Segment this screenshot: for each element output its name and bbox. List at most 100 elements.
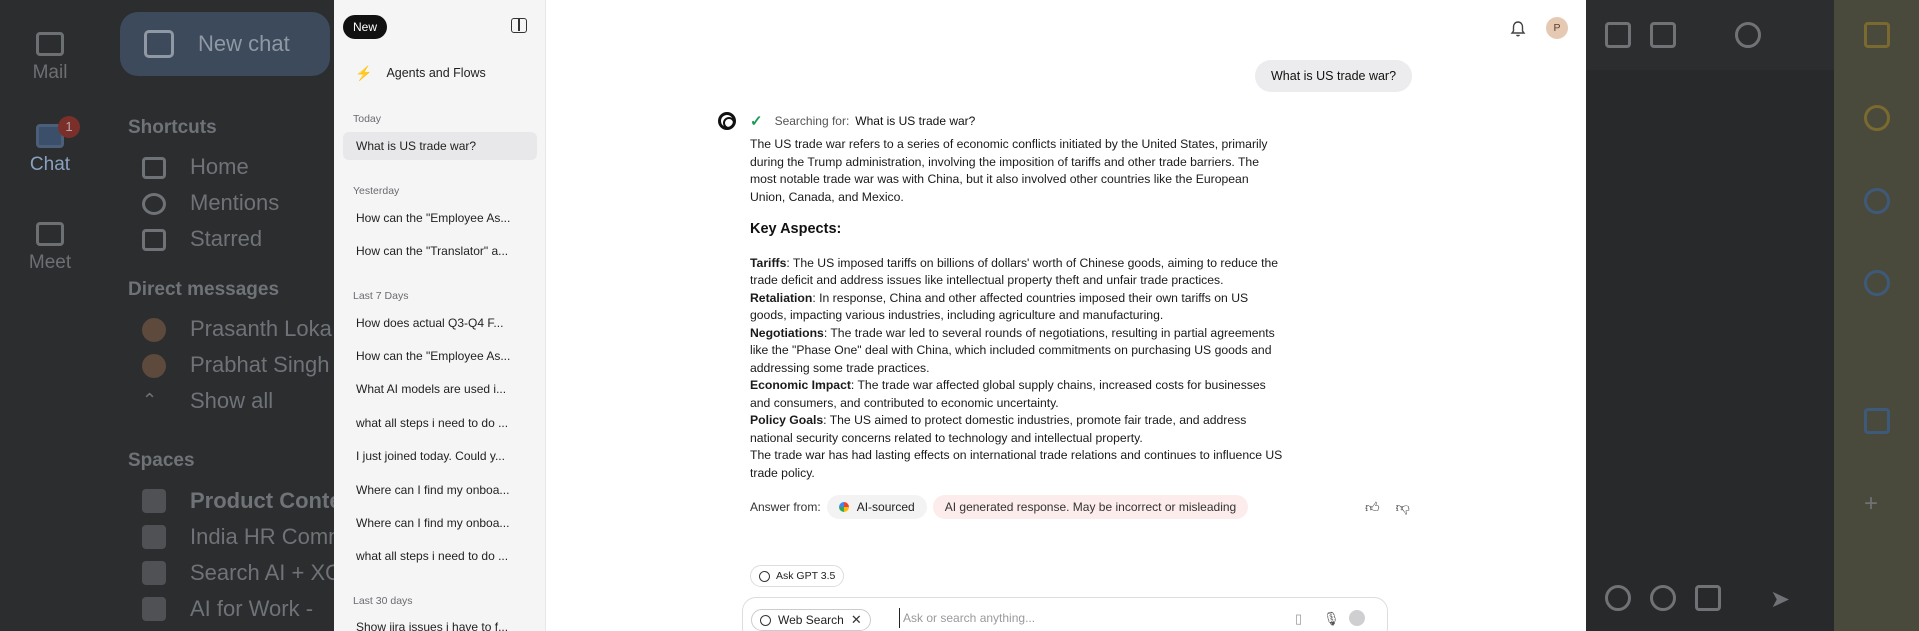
aspect-term: Negotiations [750, 325, 824, 340]
thumbs-up-icon[interactable]: 👍︎ [1365, 499, 1380, 516]
aspect-text: : The trade war led to several rounds of… [750, 325, 1275, 375]
aspect-term: Tariffs [750, 255, 787, 270]
ai-sourced-label: AI-sourced [856, 500, 915, 514]
camera-icon [1695, 585, 1721, 611]
background-nav: New chat Shortcuts Home Mentions Starred… [120, 0, 346, 631]
shortcut-starred: Starred [190, 226, 263, 251]
globe-icon [760, 614, 771, 626]
rail-mail: Mail [0, 32, 100, 84]
space-icon [142, 489, 166, 513]
history-item[interactable]: How can the "Employee As... [343, 204, 537, 232]
agents-label: Agents and Flows [386, 66, 486, 80]
dm-item: Prasanth Loka [190, 316, 332, 341]
history-item[interactable]: what all steps i need to do ... [343, 409, 537, 437]
space-icon [142, 525, 166, 549]
star-icon [142, 229, 166, 251]
pip-icon [1605, 22, 1631, 48]
space-item: India HR Comm [190, 524, 347, 549]
bolt-icon: ⚡ [355, 64, 373, 81]
aspect-item: Policy Goals: The US aimed to protect do… [750, 412, 1286, 447]
home-icon [142, 157, 166, 179]
search-prefix: Searching for: [774, 114, 850, 128]
rail-meet-label: Meet [28, 252, 72, 273]
web-search-label: Web Search [778, 613, 844, 627]
record-icon [1650, 585, 1676, 611]
aspect-text: : In response, China and other affected … [750, 290, 1249, 323]
compose-icon [144, 30, 174, 58]
answer-conclusion: The trade war has had lasting effects on… [750, 448, 1283, 480]
tasks-icon [1864, 188, 1890, 214]
ai-sourced-icon [838, 502, 849, 512]
history-item[interactable]: What AI models are used i... [343, 375, 537, 403]
user-avatar[interactable]: P [1546, 17, 1568, 39]
answer-from-label: Answer from: [750, 500, 821, 514]
rail-mail-label: Mail [32, 62, 68, 83]
history-item[interactable]: what all steps i need to do ... [343, 542, 537, 570]
calendar-icon [1864, 22, 1890, 48]
dm-show-all: Show all [190, 388, 274, 413]
answer-intro: The US trade war refers to a series of e… [750, 137, 1268, 204]
shortcut-home: Home [190, 154, 249, 179]
aspect-text: : The US aimed to protect domestic indus… [750, 413, 1247, 445]
sidebar-toggle-icon[interactable] [511, 18, 527, 33]
search-query: What is US trade war? [855, 114, 976, 128]
attach-icon[interactable]: ▯ [1295, 611, 1302, 627]
dm-header: Direct messages [128, 279, 280, 300]
composer: Web Search ✕ ▯ 🎙︎ [742, 597, 1388, 631]
video-icon [36, 222, 64, 246]
space-item: Search AI + XO [190, 560, 343, 585]
web-search-chip[interactable]: Web Search ✕ [751, 609, 871, 631]
ai-sourced-pill[interactable]: AI-sourced [826, 495, 927, 519]
mention-icon [142, 193, 166, 215]
aspect-term: Economic Impact [750, 378, 851, 392]
history-item[interactable]: How can the "Translator" a... [343, 237, 537, 265]
feedback-buttons: 👍︎ 👎︎ [1365, 499, 1410, 516]
ask-input[interactable] [899, 608, 1289, 628]
expand-icon: ⌃ [142, 390, 158, 410]
contacts-icon [1864, 270, 1890, 296]
rail-chat-label: Chat [29, 154, 71, 175]
answer-source-row: Answer from: AI-sourced AI generated res… [750, 495, 1249, 519]
history-item[interactable]: I just joined today. Could y... [343, 442, 537, 470]
close-icon[interactable]: ✕ [851, 612, 862, 628]
history-sidebar: New ⚡ Agents and Flows Today What is US … [334, 0, 546, 631]
user-message: What is US trade war? [1255, 60, 1413, 92]
agents-and-flows-item[interactable]: ⚡ Agents and Flows [343, 60, 537, 86]
dm-item: Prabhat Singh [190, 352, 330, 377]
section-yesterday: Yesterday [353, 185, 400, 197]
model-selector[interactable]: Ask GPT 3.5 [750, 565, 845, 587]
history-item[interactable]: Where can I find my onboa... [343, 476, 537, 504]
history-item[interactable]: Where can I find my onboa... [343, 509, 537, 537]
new-button[interactable]: New [343, 15, 388, 39]
history-item[interactable]: Show jira issues i have to f... [343, 613, 537, 631]
aspect-item: Retaliation: In response, China and othe… [750, 290, 1286, 325]
bell-icon[interactable] [1510, 20, 1526, 38]
rail-chat: 1 Chat [0, 116, 100, 176]
background-side-panel: + [1834, 0, 1919, 631]
history-item-active[interactable]: What is US trade war? [343, 132, 537, 160]
avatar [142, 318, 166, 342]
search-status: ✓ Searching for: What is US trade war? [750, 112, 975, 130]
present-icon [1650, 22, 1676, 48]
disclaimer-pill: AI generated response. May be incorrect … [932, 495, 1249, 519]
send-icon[interactable] [1349, 610, 1365, 626]
add-icon: + [1864, 490, 1879, 517]
section-last-7-days: Last 7 Days [353, 290, 409, 302]
mic-icon[interactable]: 🎙︎ [1323, 611, 1340, 627]
keep-icon [1864, 105, 1890, 131]
history-item[interactable]: How can the "Employee As... [343, 342, 537, 370]
space-item: AI for Work - [190, 596, 314, 621]
send-icon: ➤ [1770, 586, 1791, 613]
check-icon: ✓ [750, 113, 763, 130]
history-item[interactable]: How does actual Q3-Q4 F... [343, 309, 537, 337]
new-chat-label: New chat [198, 31, 290, 56]
aspect-item: Tariffs: The US imposed tariffs on billi… [750, 255, 1286, 290]
assistant-answer: The US trade war refers to a series of e… [750, 136, 1286, 482]
avatar [142, 354, 166, 378]
aspect-text: : The US imposed tariffs on billions of … [750, 255, 1279, 288]
answer-heading: Key Aspects: [750, 221, 842, 237]
aspect-term: Retaliation [750, 290, 813, 305]
thumbs-down-icon[interactable]: 👎︎ [1396, 499, 1410, 516]
aspect-item: Negotiations: The trade war led to sever… [750, 325, 1286, 378]
spaces-header: Spaces [128, 450, 195, 471]
